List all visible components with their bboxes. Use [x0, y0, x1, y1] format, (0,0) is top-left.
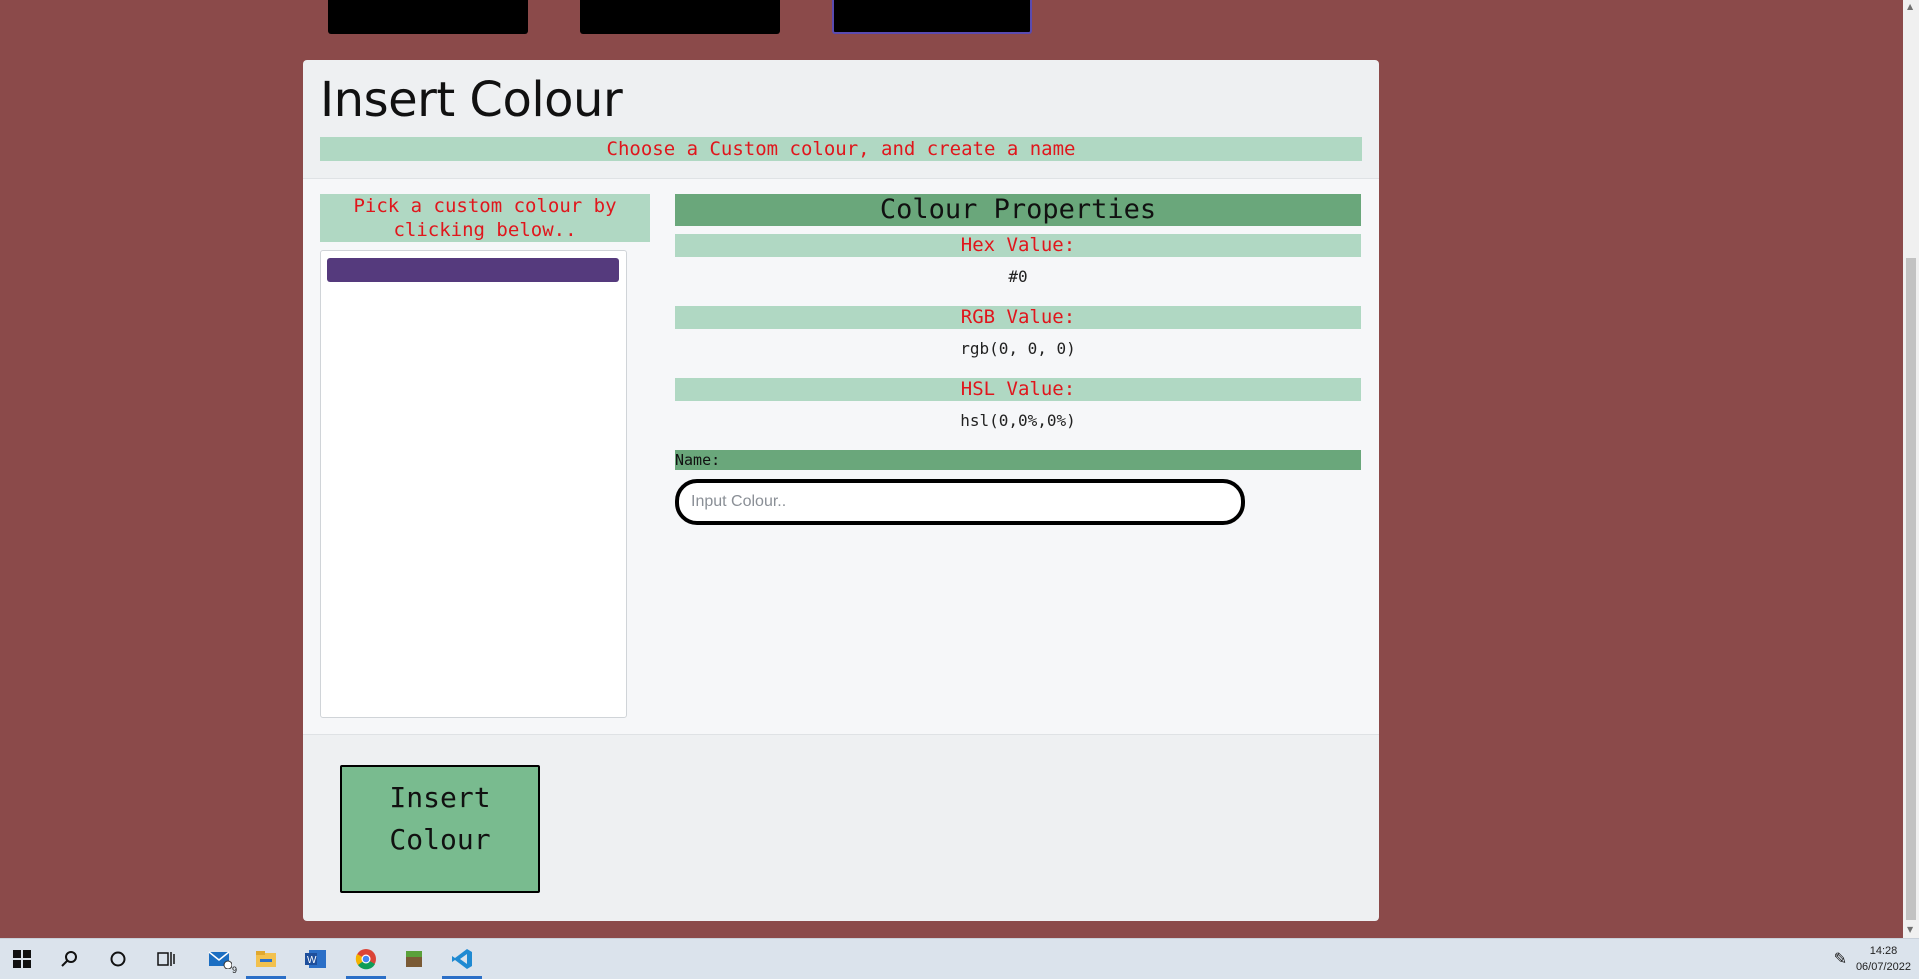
panel-header: Insert Colour Choose a Custom colour, an…	[303, 60, 1379, 179]
rgb-label: RGB Value:	[675, 306, 1361, 329]
hsl-label: HSL Value:	[675, 378, 1361, 401]
pick-colour-label: Pick a custom colour by clicking below..	[320, 194, 650, 242]
rgb-value: rgb(0, 0, 0)	[960, 339, 1076, 358]
top-tab-2[interactable]	[580, 0, 780, 34]
svg-text:W: W	[307, 955, 317, 966]
windows-start-icon[interactable]	[8, 945, 36, 973]
minecraft-icon[interactable]	[400, 945, 428, 973]
hex-value: #0	[1008, 267, 1028, 286]
task-view-icon[interactable]	[152, 945, 180, 973]
insert-colour-button[interactable]: Insert Colour	[340, 765, 540, 893]
scroll-down-icon[interactable]: ▼	[1907, 925, 1913, 934]
scroll-thumb[interactable]	[1906, 258, 1916, 920]
name-label: Name:	[675, 450, 1361, 470]
page-subtitle: Choose a Custom colour, and create a nam…	[320, 137, 1362, 161]
windows-taskbar: 9 W ✎ 14:28 06/07/2022	[0, 938, 1919, 979]
hex-label: Hex Value:	[675, 234, 1361, 257]
properties-title: Colour Properties	[675, 194, 1361, 226]
clock-time: 14:28	[1869, 945, 1898, 957]
vscode-icon[interactable]	[442, 945, 482, 979]
insert-colour-panel: Insert Colour Choose a Custom colour, an…	[303, 60, 1379, 921]
colour-picker-list[interactable]	[320, 250, 627, 718]
cortana-icon[interactable]	[104, 945, 132, 973]
colour-name-input[interactable]	[675, 479, 1245, 525]
colour-properties: Colour Properties Hex Value: #0 RGB Valu…	[675, 194, 1361, 525]
panel-footer: Insert Colour	[303, 735, 1379, 921]
scroll-up-icon[interactable]: ▲	[1907, 2, 1913, 11]
pen-icon[interactable]: ✎	[1834, 949, 1847, 968]
top-tab-1[interactable]	[328, 0, 528, 34]
page-title: Insert Colour	[320, 72, 623, 128]
vertical-scrollbar[interactable]: ▲ ▼	[1903, 0, 1919, 938]
word-icon[interactable]: W	[302, 945, 330, 973]
mail-icon[interactable]: 9	[206, 945, 237, 975]
system-clock[interactable]: 14:28 06/07/2022	[1856, 943, 1911, 975]
colour-swatch[interactable]	[327, 258, 619, 282]
file-explorer-icon[interactable]	[246, 945, 286, 979]
search-icon[interactable]	[56, 945, 84, 973]
mail-badge: 9	[231, 965, 237, 975]
panel-body: Pick a custom colour by clicking below..…	[303, 179, 1379, 735]
clock-date: 06/07/2022	[1855, 961, 1911, 973]
chrome-icon[interactable]	[346, 945, 386, 979]
hsl-value: hsl(0,0%,0%)	[960, 411, 1076, 430]
top-tab-3[interactable]	[832, 0, 1032, 34]
